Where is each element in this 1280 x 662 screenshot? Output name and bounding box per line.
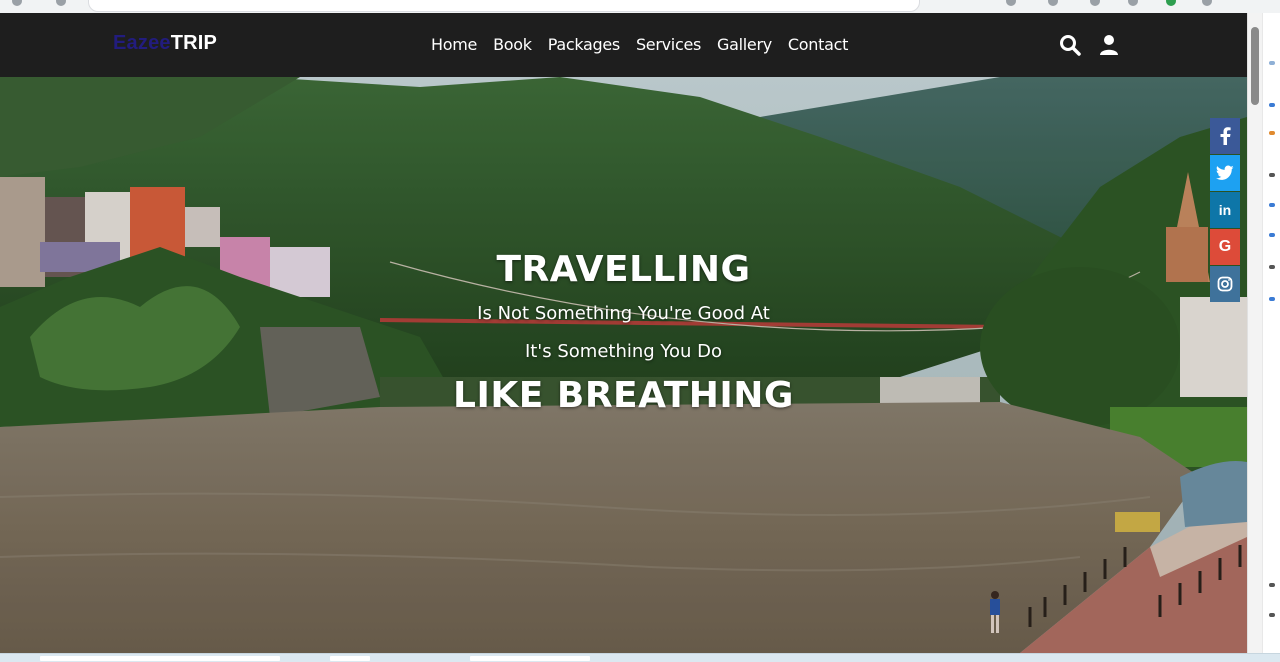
facebook-icon[interactable] xyxy=(1210,118,1240,154)
nav-link-contact[interactable]: Contact xyxy=(788,35,848,54)
brand-name-part2: TRIP xyxy=(170,32,218,54)
hero-tagline: LIKE BREATHING xyxy=(453,375,794,416)
nav-link-gallery[interactable]: Gallery xyxy=(717,35,772,54)
back-icon[interactable] xyxy=(12,0,22,6)
taskbar-item[interactable] xyxy=(330,656,370,661)
profile-avatar[interactable] xyxy=(1202,0,1212,6)
social-share-bar: in G xyxy=(1210,118,1240,303)
main-nav: Home Book Packages Services Gallery Cont… xyxy=(431,35,848,54)
linkedin-icon[interactable]: in xyxy=(1210,192,1240,228)
nav-link-book[interactable]: Book xyxy=(493,35,532,54)
nav-link-packages[interactable]: Packages xyxy=(548,35,621,54)
extension-icon[interactable] xyxy=(1006,0,1016,6)
scrollbar-thumb[interactable] xyxy=(1251,27,1259,105)
brand-logo[interactable]: EazeeTRIP xyxy=(113,32,217,55)
user-icon[interactable] xyxy=(1097,33,1121,57)
taskbar-item[interactable] xyxy=(470,656,590,661)
hero-title: TRAVELLING xyxy=(496,249,751,290)
browser-side-panel xyxy=(1262,13,1280,653)
browser-toolbar xyxy=(0,0,1280,14)
instagram-icon[interactable] xyxy=(1210,266,1240,302)
taskbar-item[interactable] xyxy=(40,656,280,661)
site-navbar: EazeeTRIP Home Book Packages Services Ga… xyxy=(0,13,1247,77)
nav-link-home[interactable]: Home xyxy=(431,35,477,54)
hero-banner: TRAVELLING Is Not Something You're Good … xyxy=(0,77,1247,653)
nav-link-services[interactable]: Services xyxy=(636,35,701,54)
extension-icon[interactable] xyxy=(1128,0,1138,6)
extension-icon[interactable] xyxy=(1048,0,1058,6)
hero-subtitle-line1: Is Not Something You're Good At xyxy=(477,303,770,324)
hero-background-image xyxy=(0,77,1247,653)
address-bar[interactable] xyxy=(88,0,920,12)
extension-icon[interactable] xyxy=(1090,0,1100,6)
refresh-icon[interactable] xyxy=(56,0,66,6)
brand-name-part1: Eazee xyxy=(113,32,171,54)
google-icon[interactable]: G xyxy=(1210,229,1240,265)
hero-subtitle-line2: It's Something You Do xyxy=(524,341,723,362)
page-scrollbar[interactable] xyxy=(1247,13,1263,653)
twitter-icon[interactable] xyxy=(1210,155,1240,191)
extension-icon[interactable] xyxy=(1166,0,1176,6)
search-icon[interactable] xyxy=(1058,33,1082,57)
